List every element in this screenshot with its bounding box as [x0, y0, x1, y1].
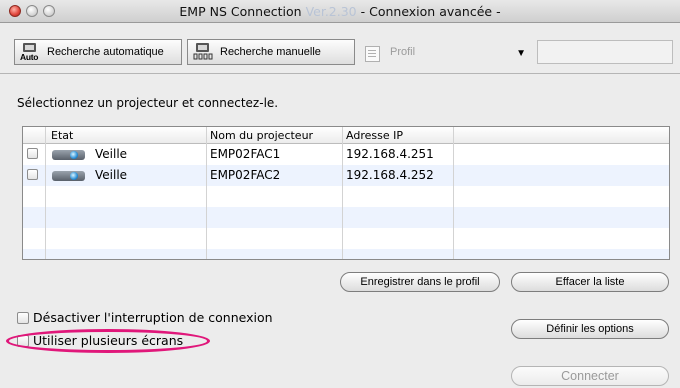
table-row[interactable]: Veille EMP02FAC2 192.168.4.252 — [23, 165, 669, 186]
header-status[interactable]: Etat — [51, 129, 73, 142]
disable-interrupt-checkbox[interactable] — [17, 311, 29, 324]
column-divider — [342, 127, 343, 259]
title-version: Ver.2.30 — [305, 4, 357, 19]
profile-field[interactable] — [537, 40, 673, 64]
row-status: Veille — [95, 168, 128, 182]
instruction-text: Sélectionnez un projecteur et connectez-… — [17, 96, 279, 110]
projector-icon — [52, 148, 85, 161]
auto-icon-caption: Auto — [20, 52, 39, 62]
profile-label: Profil — [390, 46, 416, 58]
title-mode: - Connexion avancée - — [356, 4, 501, 19]
column-divider — [45, 127, 46, 259]
row-ip-address: 192.168.4.252 — [346, 168, 434, 182]
empty-row — [23, 207, 669, 228]
auto-search-button[interactable]: Auto Recherche automatique — [14, 39, 182, 65]
title-app-name: EMP NS Connection — [179, 4, 306, 19]
dropdown-arrow-icon: ▼ — [516, 48, 526, 59]
title-bar: EMP NS Connection Ver.2.30 - Connexion a… — [0, 0, 680, 23]
header-ip-address[interactable]: Adresse IP — [346, 129, 403, 142]
connect-button[interactable]: Connecter — [511, 366, 669, 386]
projector-icon — [52, 169, 85, 182]
manual-search-button[interactable]: Recherche manuelle — [187, 39, 355, 65]
row-projector-name: EMP02FAC2 — [210, 168, 281, 182]
row-status: Veille — [95, 147, 128, 161]
table-row[interactable]: Veille EMP02FAC1 192.168.4.251 — [23, 144, 669, 165]
empty-row — [23, 249, 669, 259]
row-projector-name: EMP02FAC1 — [210, 147, 281, 161]
header-projector-name[interactable]: Nom du projecteur — [210, 129, 313, 142]
empty-row — [23, 186, 669, 207]
row-ip-address: 192.168.4.251 — [346, 147, 434, 161]
auto-search-label: Recherche automatique — [47, 46, 164, 58]
profile-dropdown[interactable]: Profil ▼ — [362, 40, 530, 64]
profile-icon — [365, 44, 383, 62]
toolbar: Auto Recherche automatique Recherche man… — [0, 23, 680, 74]
clear-list-button[interactable]: Effacer la liste — [511, 272, 669, 292]
disable-interrupt-label: Désactiver l'interruption de connexion — [33, 310, 273, 325]
save-profile-button[interactable]: Enregistrer dans le profil — [340, 272, 500, 292]
row-checkbox[interactable] — [27, 169, 38, 180]
projector-table: Etat Nom du projecteur Adresse IP Veille… — [22, 126, 670, 260]
window: EMP NS Connection Ver.2.30 - Connexion a… — [0, 0, 680, 388]
table-header: Etat Nom du projecteur Adresse IP — [23, 127, 669, 144]
empty-row — [23, 228, 669, 249]
row-checkbox[interactable] — [27, 148, 38, 159]
auto-search-icon: Auto — [20, 42, 42, 62]
highlight-ellipse — [6, 329, 210, 353]
set-options-button[interactable]: Définir les options — [511, 319, 669, 339]
window-title: EMP NS Connection Ver.2.30 - Connexion a… — [0, 4, 680, 19]
manual-search-icon — [193, 42, 215, 62]
column-divider — [206, 127, 207, 259]
disable-interrupt-option[interactable]: Désactiver l'interruption de connexion — [17, 310, 273, 325]
manual-search-label: Recherche manuelle — [220, 46, 321, 58]
column-divider — [453, 127, 454, 259]
